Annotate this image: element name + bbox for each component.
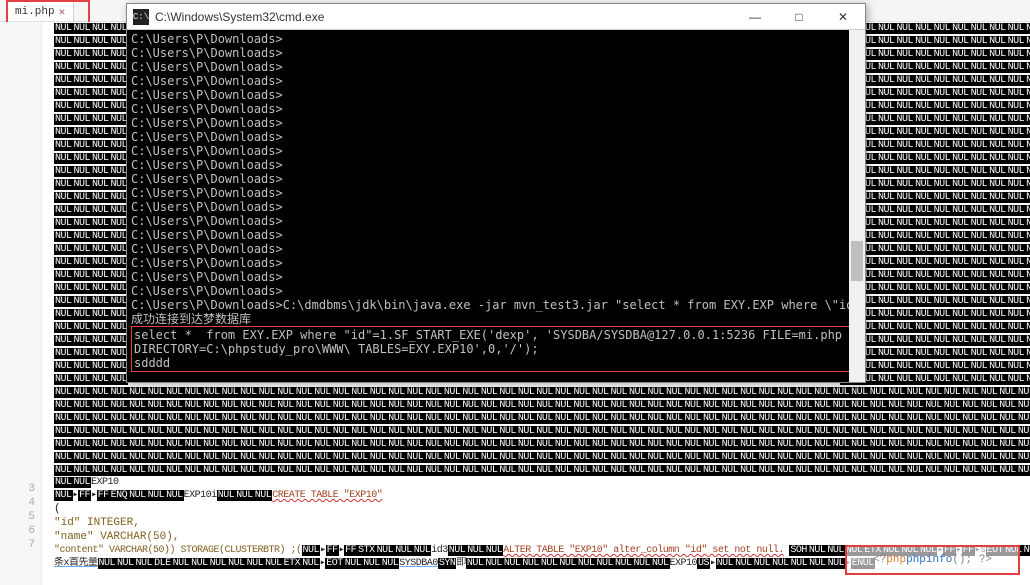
code-line: ( [54, 502, 1030, 516]
cmd-titlebar[interactable]: C:\ C:\Windows\System32\cmd.exe — □ ✕ [127, 4, 865, 30]
code-line: NULNULEXP10 [54, 476, 1030, 489]
code-line: "id" INTEGER, [54, 516, 1030, 530]
gutter-line: 4 [0, 496, 35, 510]
cmd-window[interactable]: C:\ C:\Windows\System32\cmd.exe — □ ✕ C:… [126, 3, 866, 383]
editor-gutter: 3 4 5 6 7 [0, 22, 42, 585]
file-tab-label: mi.php [15, 6, 55, 18]
php-snippet-annotation: <?php phpinfo(); ?> [845, 545, 1020, 575]
gutter-line: 6 [0, 524, 35, 538]
close-button[interactable]: ✕ [821, 4, 865, 30]
maximize-button[interactable]: □ [777, 4, 821, 30]
cmd-scrollbar[interactable] [849, 30, 865, 382]
gutter-line: 7 [0, 538, 35, 552]
close-icon[interactable]: ✕ [59, 5, 66, 19]
cmd-icon: C:\ [133, 9, 149, 25]
file-tab-mi-php[interactable]: mi.php ✕ [6, 1, 74, 21]
code-line: NUL▸FF▸FFENQNULNULNULEXP10iNULNULNULCREA… [54, 489, 1030, 502]
cmd-output[interactable]: C:\Users\P\Downloads> C:\Users\P\Downloa… [127, 30, 865, 382]
cmd-title-text: C:\Windows\System32\cmd.exe [155, 10, 733, 24]
gutter-line: 3 [0, 482, 35, 496]
code-line: "name" VARCHAR(50), [54, 530, 1030, 544]
gutter-line: 5 [0, 510, 35, 524]
minimize-button[interactable]: — [733, 4, 777, 30]
cmd-highlighted-query: select * from EXY.EXP where "id"=1.SF_ST… [131, 326, 861, 372]
cmd-scroll-thumb[interactable] [851, 241, 863, 281]
editor-nul-block-right: NULNULNULNULNULNULNULNULNULNULNULNULNULN… [840, 22, 1030, 386]
